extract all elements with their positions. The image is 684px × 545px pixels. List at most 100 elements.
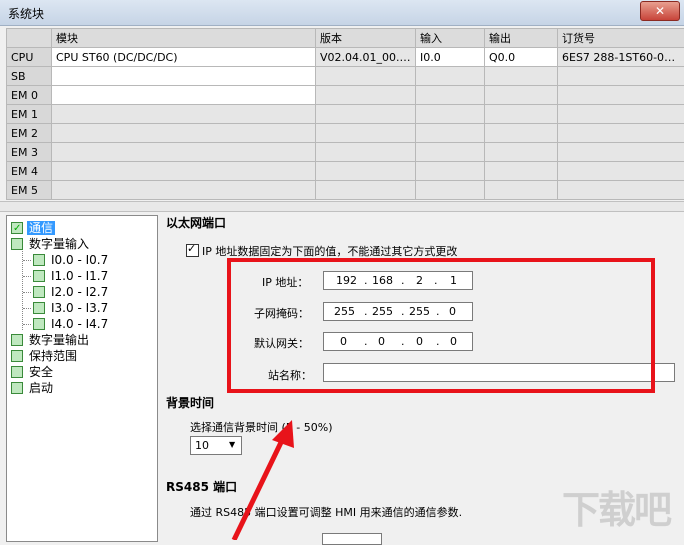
- module-cell[interactable]: [52, 86, 316, 105]
- input-cell: [416, 181, 485, 200]
- column-header-output[interactable]: 输出: [485, 29, 558, 48]
- tree-connector: [23, 308, 31, 309]
- node-icon: [33, 318, 45, 330]
- table-row: EM 4: [7, 162, 684, 181]
- module-cell[interactable]: [52, 181, 316, 200]
- input-cell: [416, 162, 485, 181]
- version-cell: [316, 124, 416, 143]
- tree-item-digital-output[interactable]: 数字量输出: [11, 332, 91, 348]
- tree-item-i4[interactable]: I4.0 - I4.7: [33, 316, 110, 332]
- tree-item-retentive[interactable]: 保持范围: [11, 348, 79, 364]
- order-cell: [558, 181, 684, 200]
- row-label: EM 3: [7, 143, 52, 162]
- config-tree: ✓通信 数字量输入 I0.0 - I0.7 I1.0 - I1.7 I2.0 -…: [6, 215, 158, 542]
- input-cell: [416, 67, 485, 86]
- node-icon: [33, 254, 45, 266]
- order-cell: 6ES7 288-1ST60-0AA0: [558, 48, 684, 67]
- arrow-shaft: [234, 432, 286, 540]
- table-row: EM 2: [7, 124, 684, 143]
- version-cell: [316, 86, 416, 105]
- input-cell[interactable]: I0.0: [416, 48, 485, 67]
- version-cell: [316, 67, 416, 86]
- node-icon: [11, 238, 23, 250]
- output-cell: [485, 86, 558, 105]
- tree-item-security[interactable]: 安全: [11, 364, 55, 380]
- close-button[interactable]: ✕: [640, 1, 680, 21]
- rs485-select[interactable]: [322, 533, 382, 545]
- column-header-version[interactable]: 版本: [316, 29, 416, 48]
- checkmark-icon: ✓: [187, 242, 196, 255]
- column-header-module[interactable]: 模块: [52, 29, 316, 48]
- window-title: 系统块: [8, 5, 44, 22]
- node-icon: [33, 286, 45, 298]
- node-icon: [11, 366, 23, 378]
- table-row: CPU CPU ST60 (DC/DC/DC) V02.04.01_00.00.…: [7, 48, 684, 67]
- table-row: EM 3: [7, 143, 684, 162]
- tree-item-digital-input[interactable]: 数字量输入: [11, 236, 91, 252]
- tree-item-i2[interactable]: I2.0 - I2.7: [33, 284, 110, 300]
- input-cell: [416, 86, 485, 105]
- column-header-order[interactable]: 订货号: [558, 29, 684, 48]
- node-icon: [11, 334, 23, 346]
- close-icon: ✕: [655, 4, 665, 18]
- tree-item-communication[interactable]: ✓通信: [11, 220, 55, 236]
- column-header-input[interactable]: 输入: [416, 29, 485, 48]
- tree-connector: [23, 324, 31, 325]
- tree-item-i3[interactable]: I3.0 - I3.7: [33, 300, 110, 316]
- watermark: 下载吧: [562, 479, 670, 534]
- module-cell[interactable]: [52, 124, 316, 143]
- row-label: EM 5: [7, 181, 52, 200]
- order-cell: [558, 124, 684, 143]
- splitter[interactable]: [0, 201, 684, 212]
- output-cell: [485, 181, 558, 200]
- fixed-ip-label: IP 地址数据固定为下面的值，不能通过其它方式更改: [202, 243, 457, 259]
- module-cell[interactable]: [52, 162, 316, 181]
- table-row: SB: [7, 67, 684, 86]
- highlight-box: [227, 258, 655, 393]
- module-cell[interactable]: [52, 67, 316, 86]
- tree-item-i0[interactable]: I0.0 - I0.7: [33, 252, 110, 268]
- table-corner: [7, 29, 52, 48]
- table-row: EM 0: [7, 86, 684, 105]
- order-cell: [558, 105, 684, 124]
- module-cell[interactable]: [52, 143, 316, 162]
- version-cell: [316, 162, 416, 181]
- version-cell: [316, 105, 416, 124]
- row-label: EM 4: [7, 162, 52, 181]
- module-cell[interactable]: [52, 105, 316, 124]
- tree-connector: [23, 260, 31, 261]
- title-bar: 系统块 ✕: [0, 0, 684, 26]
- node-check-icon: ✓: [11, 222, 23, 234]
- arrow-head: [272, 420, 294, 448]
- output-cell[interactable]: Q0.0: [485, 48, 558, 67]
- table-row: EM 1: [7, 105, 684, 124]
- node-icon: [33, 270, 45, 282]
- row-label: EM 0: [7, 86, 52, 105]
- node-icon: [11, 382, 23, 394]
- row-label: EM 2: [7, 124, 52, 143]
- input-cell: [416, 105, 485, 124]
- output-cell: [485, 143, 558, 162]
- fixed-ip-checkbox[interactable]: ✓: [186, 244, 199, 257]
- row-label: EM 1: [7, 105, 52, 124]
- order-cell: [558, 86, 684, 105]
- tree-connector: [23, 292, 31, 293]
- tree-item-i1[interactable]: I1.0 - I1.7: [33, 268, 110, 284]
- order-cell: [558, 162, 684, 181]
- version-cell: V02.04.01_00.00...: [316, 48, 416, 67]
- annotation-arrow: [220, 418, 300, 540]
- output-cell: [485, 124, 558, 143]
- node-icon: [11, 350, 23, 362]
- background-time-heading: 背景时间: [166, 394, 214, 411]
- module-cell[interactable]: CPU ST60 (DC/DC/DC): [52, 48, 316, 67]
- order-cell: [558, 143, 684, 162]
- tree-item-startup[interactable]: 启动: [11, 380, 55, 396]
- output-cell: [485, 105, 558, 124]
- row-label: SB: [7, 67, 52, 86]
- node-icon: [33, 302, 45, 314]
- tree-connector: [23, 276, 31, 277]
- row-label: CPU: [7, 48, 52, 67]
- input-cell: [416, 143, 485, 162]
- table-header-row: 模块 版本 输入 输出 订货号: [7, 29, 684, 48]
- table-row: EM 5: [7, 181, 684, 200]
